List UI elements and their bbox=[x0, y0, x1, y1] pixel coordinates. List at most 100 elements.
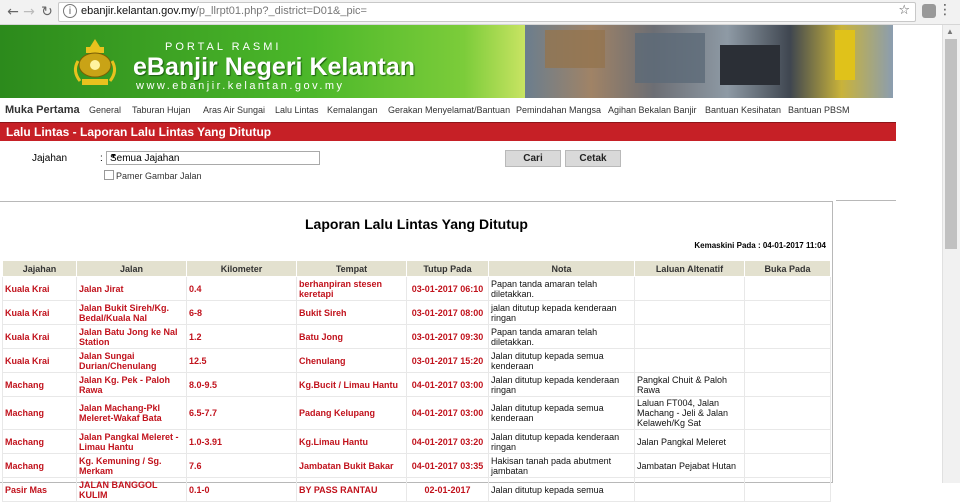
jajahan-colon: : bbox=[100, 153, 103, 164]
menu-lalu-lintas[interactable]: Lalu Lintas bbox=[275, 105, 319, 115]
pamer-gambar-label: Pamer Gambar Jalan bbox=[116, 171, 202, 181]
cell-laluan bbox=[634, 324, 745, 349]
cell-jalan: Jalan Bukit Sireh/Kg. Bedal/Kuala Nal bbox=[76, 300, 187, 325]
col-nota: Nota bbox=[488, 260, 635, 277]
cell-buka bbox=[744, 429, 831, 454]
cell-km: 7.6 bbox=[186, 453, 297, 478]
cell-km: 6.5-7.7 bbox=[186, 396, 297, 430]
url-path: /p_llrpt01.php?_district=D01&_pic= bbox=[195, 5, 367, 17]
table-row: Kuala Krai Jalan Jirat 0.4 berhanpiran stes… bbox=[2, 276, 831, 301]
cell-jajahan: Pasir Mas bbox=[2, 477, 77, 502]
col-buka-pada: Buka Pada bbox=[744, 260, 831, 277]
browser-menu-icon[interactable]: ⋮ bbox=[938, 2, 952, 18]
menu-general[interactable]: General bbox=[89, 105, 121, 115]
pamer-gambar-checkbox[interactable] bbox=[104, 170, 114, 180]
cell-buka bbox=[744, 276, 831, 301]
scroll-up-icon[interactable]: ▲ bbox=[946, 27, 954, 36]
cell-km: 12.5 bbox=[186, 348, 297, 373]
cell-km: 1.2 bbox=[186, 324, 297, 349]
report-table: Jajahan Jalan Kilometer Tempat Tutup Pad… bbox=[2, 260, 831, 502]
menu-pemindahan-mangsa[interactable]: Pemindahan Mangsa bbox=[516, 105, 601, 115]
forward-icon[interactable]: → bbox=[20, 3, 38, 21]
menu-bantuan-kesihatan[interactable]: Bantuan Kesihatan bbox=[705, 105, 781, 115]
cetak-button[interactable]: Cetak bbox=[565, 150, 621, 167]
menu-agihan-bekalan[interactable]: Agihan Bekalan Banjir bbox=[608, 105, 697, 115]
col-jalan: Jalan bbox=[76, 260, 187, 277]
cell-nota: jalan ditutup kepada kenderaan ringan bbox=[488, 300, 635, 325]
cell-nota: Papan tanda amaran telah diletakkan. bbox=[488, 324, 635, 349]
cell-jalan: Jalan Sungai Durian/Chenulang bbox=[76, 348, 187, 373]
cell-buka bbox=[744, 453, 831, 478]
dropdown-arrow-icon: ▼ bbox=[110, 153, 117, 160]
cell-buka bbox=[744, 372, 831, 397]
cell-jajahan: Kuala Krai bbox=[2, 324, 77, 349]
cell-km: 8.0-9.5 bbox=[186, 372, 297, 397]
reload-icon[interactable]: ↻ bbox=[38, 3, 56, 21]
cell-nota: Jalan ditutup kepada kenderaan ringan bbox=[488, 429, 635, 454]
menu-taburan-hujan[interactable]: Taburan Hujan bbox=[132, 105, 191, 115]
menu-aras-air-sungai[interactable]: Aras Air Sungai bbox=[203, 105, 265, 115]
menu-gerakan-menyelamat[interactable]: Gerakan Menyelamat/Bantuan bbox=[388, 105, 510, 115]
menu-bantuan-pbsm[interactable]: Bantuan PBSM bbox=[788, 105, 850, 115]
cell-tempat: berhanpiran stesen keretapi bbox=[296, 276, 407, 301]
cell-jajahan: Machang bbox=[2, 453, 77, 478]
table-row: Kuala Krai Jalan Sungai Durian/Chenulang 1… bbox=[2, 348, 831, 373]
table-row: Machang Kg. Kemuning / Sg. Merkam 7.6 Jamba… bbox=[2, 453, 831, 478]
cell-tutup: 04-01-2017 03:35 bbox=[406, 453, 489, 478]
cell-tempat: Chenulang bbox=[296, 348, 407, 373]
cell-tempat: Batu Jong bbox=[296, 324, 407, 349]
cell-jalan: Jalan Jirat bbox=[76, 276, 187, 301]
address-text[interactable]: ebanjir.kelantan.gov.my/p_llrpt01.php?_d… bbox=[81, 5, 367, 17]
cell-nota: Jalan ditutup kepada semua kenderaan bbox=[488, 396, 635, 430]
cell-jalan: Jalan Machang-Pkl Meleret-Wakaf Bata bbox=[76, 396, 187, 430]
col-jajahan: Jajahan bbox=[2, 260, 77, 277]
cell-tutup: 03-01-2017 08:00 bbox=[406, 300, 489, 325]
report-updated: Kemaskini Pada : 04-01-2017 11:04 bbox=[694, 241, 826, 250]
cell-buka bbox=[744, 348, 831, 373]
cell-tutup: 03-01-2017 09:30 bbox=[406, 324, 489, 349]
cell-jalan: Jalan Kg. Pek - Paloh Rawa bbox=[76, 372, 187, 397]
cell-km: 1.0-3.91 bbox=[186, 429, 297, 454]
flood-photo-collage bbox=[525, 25, 893, 98]
table-header-row: Jajahan Jalan Kilometer Tempat Tutup Pad… bbox=[2, 260, 831, 277]
info-icon[interactable]: i bbox=[63, 4, 77, 18]
site-brand: eBanjir Negeri Kelantan bbox=[133, 53, 416, 81]
col-tempat: Tempat bbox=[296, 260, 407, 277]
cell-tempat: BY PASS RANTAU bbox=[296, 477, 407, 502]
cell-jajahan: Kuala Krai bbox=[2, 276, 77, 301]
address-bar[interactable]: i ebanjir.kelantan.gov.my/p_llrpt01.php?… bbox=[58, 2, 916, 22]
cell-buka bbox=[744, 300, 831, 325]
vertical-scrollbar[interactable]: ▲ bbox=[942, 25, 960, 483]
cell-tempat: Kg.Limau Hantu bbox=[296, 429, 407, 454]
table-row: Pasir Mas JALAN BANGGOL KULIM 0.1-0 BY PASS… bbox=[2, 477, 831, 502]
scrollbar-thumb[interactable] bbox=[945, 39, 957, 249]
cell-tempat: Jambatan Bukit Bakar bbox=[296, 453, 407, 478]
cell-nota: Jalan ditutup kepada kenderaan ringan bbox=[488, 372, 635, 397]
col-kilometer: Kilometer bbox=[186, 260, 297, 277]
col-laluan-altenatif: Laluan Altenatif bbox=[634, 260, 745, 277]
cell-jalan: Jalan Batu Jong ke Nal Station bbox=[76, 324, 187, 349]
jajahan-select[interactable]: Semua Jajahan ▼ bbox=[106, 151, 320, 165]
col-tutup-pada: Tutup Pada bbox=[406, 260, 489, 277]
url-host: ebanjir.kelantan.gov.my bbox=[81, 5, 196, 17]
cari-button[interactable]: Cari bbox=[505, 150, 561, 167]
cell-jalan: Jalan Pangkal Meleret - Limau Hantu bbox=[76, 429, 187, 454]
portal-caption: PORTAL RASMI bbox=[165, 41, 282, 53]
menu-kemalangan[interactable]: Kemalangan bbox=[327, 105, 378, 115]
main-menu: Muka Pertama General Taburan Hujan Aras … bbox=[0, 101, 893, 121]
cell-laluan bbox=[634, 300, 745, 325]
extension-icon[interactable] bbox=[922, 4, 936, 18]
cell-jalan: JALAN BANGGOL KULIM bbox=[76, 477, 187, 502]
cell-tutup: 04-01-2017 03:00 bbox=[406, 372, 489, 397]
cell-tempat: Kg.Bucit / Limau Hantu bbox=[296, 372, 407, 397]
cell-buka bbox=[744, 477, 831, 502]
cell-km: 0.1-0 bbox=[186, 477, 297, 502]
cell-laluan bbox=[634, 348, 745, 373]
menu-muka-pertama[interactable]: Muka Pertama bbox=[5, 104, 80, 116]
cell-tutup: 02-01-2017 bbox=[406, 477, 489, 502]
bookmark-star-icon[interactable]: ☆ bbox=[898, 3, 910, 18]
cell-jalan: Kg. Kemuning / Sg. Merkam bbox=[76, 453, 187, 478]
cell-km: 6-8 bbox=[186, 300, 297, 325]
panel-divider bbox=[836, 200, 896, 201]
site-url-caption: www.ebanjir.kelantan.gov.my bbox=[136, 80, 345, 92]
